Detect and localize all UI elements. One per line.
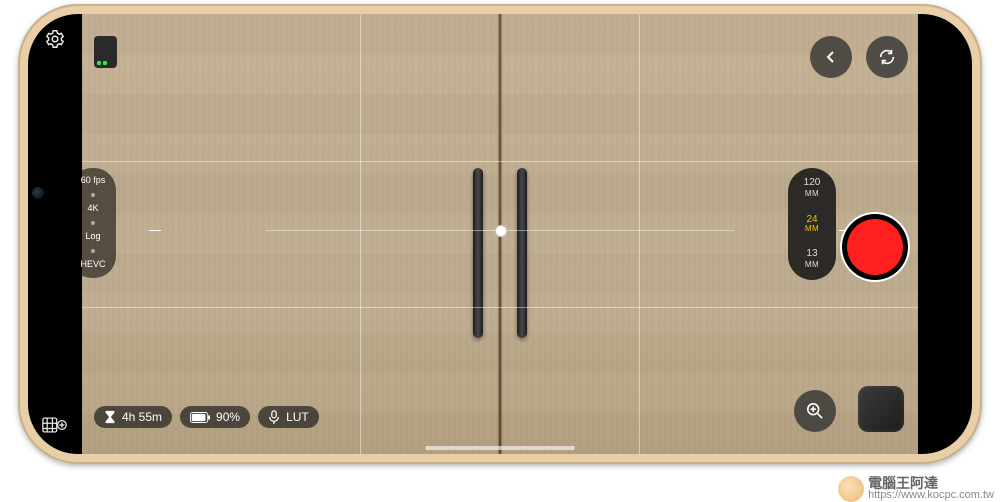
grid-line: [82, 161, 918, 162]
focal-120[interactable]: 120MM: [804, 178, 821, 199]
color-profile-setting[interactable]: Log: [85, 232, 100, 242]
fps-setting[interactable]: 60 fps: [81, 176, 106, 186]
switch-camera-button[interactable]: [866, 36, 908, 78]
back-button[interactable]: [810, 36, 852, 78]
lut-chip[interactable]: LUT: [258, 406, 319, 428]
grid-line: [360, 14, 361, 454]
zoom-button[interactable]: [794, 390, 836, 432]
dynamic-island-notch: [28, 169, 48, 299]
level-dot: [495, 225, 507, 237]
watermark-url: https://www.kocpc.com.tw: [868, 490, 994, 502]
resolution-setting[interactable]: 4K: [87, 204, 98, 214]
hourglass-icon: [104, 410, 116, 424]
right-black-bar: [918, 14, 972, 454]
front-lens: [32, 187, 44, 199]
codec-setting[interactable]: HEVC: [80, 260, 105, 270]
time-remaining-chip[interactable]: 4h 55m: [94, 406, 172, 428]
level-tick: [149, 230, 161, 231]
record-button[interactable]: [840, 212, 910, 282]
phone-frame: 60 fps 4K Log HEVC 4h 55m 90% LUT: [18, 4, 982, 464]
gear-icon[interactable]: [44, 28, 66, 55]
focal-24[interactable]: 24MM: [795, 207, 829, 241]
mic-icon: [268, 410, 280, 424]
bottom-chip-strip: 4h 55m 90% LUT: [94, 406, 319, 428]
capture-settings-pill[interactable]: 60 fps 4K Log HEVC: [70, 168, 116, 278]
door-handle-left: [473, 168, 483, 338]
grid-line: [82, 307, 918, 308]
chevron-left-icon: [823, 49, 839, 65]
source-watermark: 電腦王阿達 https://www.kocpc.com.tw: [838, 476, 994, 502]
cycle-icon: [878, 48, 896, 66]
time-remaining-label: 4h 55m: [122, 410, 162, 424]
home-indicator[interactable]: [425, 446, 575, 450]
grid-line: [639, 14, 640, 454]
door-handle-right: [517, 168, 527, 338]
watermark-avatar: [838, 476, 864, 502]
watermark-title: 電腦王阿達: [868, 476, 994, 491]
focal-length-selector[interactable]: 120MM 24MM 13MM: [788, 168, 836, 280]
grid-add-icon[interactable]: [42, 415, 68, 440]
last-clip-thumbnail[interactable]: [858, 386, 904, 432]
battery-icon: [190, 412, 210, 423]
lut-label: LUT: [286, 410, 309, 424]
magnify-plus-icon: [806, 402, 824, 420]
battery-label: 90%: [216, 410, 240, 424]
focal-13[interactable]: 13MM: [805, 249, 819, 270]
screen: 60 fps 4K Log HEVC 4h 55m 90% LUT: [28, 14, 972, 454]
battery-chip[interactable]: 90%: [180, 406, 250, 428]
storage-indicator[interactable]: [94, 36, 117, 68]
